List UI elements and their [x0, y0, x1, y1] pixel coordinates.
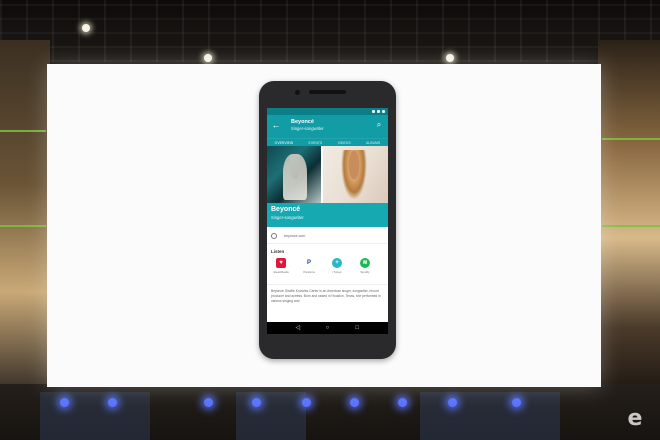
floor-light [448, 398, 457, 407]
nav-home-icon[interactable]: ○ [323, 324, 331, 332]
spotify-icon: ≋ [360, 258, 370, 268]
service-iheartradio[interactable]: ♥ iHeartRadio [271, 258, 291, 274]
phone-display: ← Beyoncé Singer-songwriter ⌕ OVERVIEW E… [267, 108, 388, 334]
tab-bar: OVERVIEW EVENTS VIDEOS ALBUMS [267, 138, 388, 147]
floor-panel [236, 392, 306, 440]
stage-panel-left [0, 40, 50, 400]
nav-recents-icon[interactable]: □ [353, 324, 361, 332]
status-bar [267, 108, 388, 115]
service-itunes[interactable]: + iTunes [327, 258, 347, 274]
artist-photo-left[interactable] [267, 146, 321, 203]
card-content: beyonce.com Listen ♥ iHeartRadio P Pando… [267, 228, 388, 306]
green-accent-line [602, 225, 660, 227]
stage-light [204, 54, 212, 62]
navigation-bar: ◁ ○ □ [267, 322, 388, 334]
camera-icon [295, 90, 300, 95]
app-title: Beyoncé [291, 119, 314, 125]
green-accent-line [0, 130, 46, 132]
floor-light [108, 398, 117, 407]
floor-light [252, 398, 261, 407]
hero-images: Beyoncé Singer-songwriter [267, 146, 388, 227]
service-spotify[interactable]: ≋ Spotify [355, 258, 375, 274]
app-bar: ← Beyoncé Singer-songwriter ⌕ [267, 115, 388, 138]
green-accent-line [602, 138, 660, 140]
green-accent-line [0, 225, 46, 227]
floor-panel [420, 392, 560, 440]
stage-light [446, 54, 454, 62]
itunes-icon: + [332, 258, 342, 268]
signal-icon [372, 110, 375, 113]
keynote-stage: e ← Beyoncé Singer-songwriter ⌕ OVERVIEW… [0, 0, 660, 440]
speaker-grille [309, 90, 346, 94]
floor-light [512, 398, 521, 407]
artist-bio: Beyoncé Giselle Knowles-Carter is an Ame… [267, 284, 388, 306]
service-label: iHeartRadio [273, 270, 289, 274]
battery-icon [382, 110, 385, 113]
floor-panel [40, 392, 150, 440]
stage-panel-right [598, 40, 660, 400]
floor-light [350, 398, 359, 407]
floor-light [302, 398, 311, 407]
lighting-truss [0, 0, 660, 62]
floor-light [398, 398, 407, 407]
artist-figure [283, 154, 307, 200]
artist-portrait [341, 150, 367, 200]
iheartradio-icon: ♥ [276, 258, 286, 268]
floor-light [60, 398, 69, 407]
phone-device: ← Beyoncé Singer-songwriter ⌕ OVERVIEW E… [259, 81, 396, 359]
service-pandora[interactable]: P Pandora [299, 258, 319, 274]
pandora-icon: P [304, 258, 314, 268]
globe-icon [271, 232, 277, 239]
wifi-icon [377, 110, 380, 113]
website-row[interactable]: beyonce.com [267, 228, 388, 244]
website-link[interactable]: beyonce.com [284, 234, 305, 238]
listen-services: ♥ iHeartRadio P Pandora + iTunes ≋ Spoti… [267, 254, 388, 274]
engadget-logo-icon: e [627, 406, 643, 431]
stage-light [82, 24, 90, 32]
artist-photo-right[interactable] [323, 146, 388, 203]
artist-banner: Beyoncé Singer-songwriter [267, 203, 388, 227]
service-label: Spotify [360, 270, 370, 274]
search-icon[interactable]: ⌕ [374, 120, 384, 130]
service-label: iTunes [332, 270, 342, 274]
floor-light [204, 398, 213, 407]
service-label: Pandora [303, 270, 315, 274]
artist-role: Singer-songwriter [271, 215, 304, 220]
nav-back-icon[interactable]: ◁ [294, 324, 302, 332]
app-subtitle: Singer-songwriter [291, 126, 324, 131]
listen-heading: Listen [271, 249, 285, 254]
back-arrow-icon[interactable]: ← [271, 120, 281, 130]
artist-name: Beyoncé [271, 206, 301, 213]
